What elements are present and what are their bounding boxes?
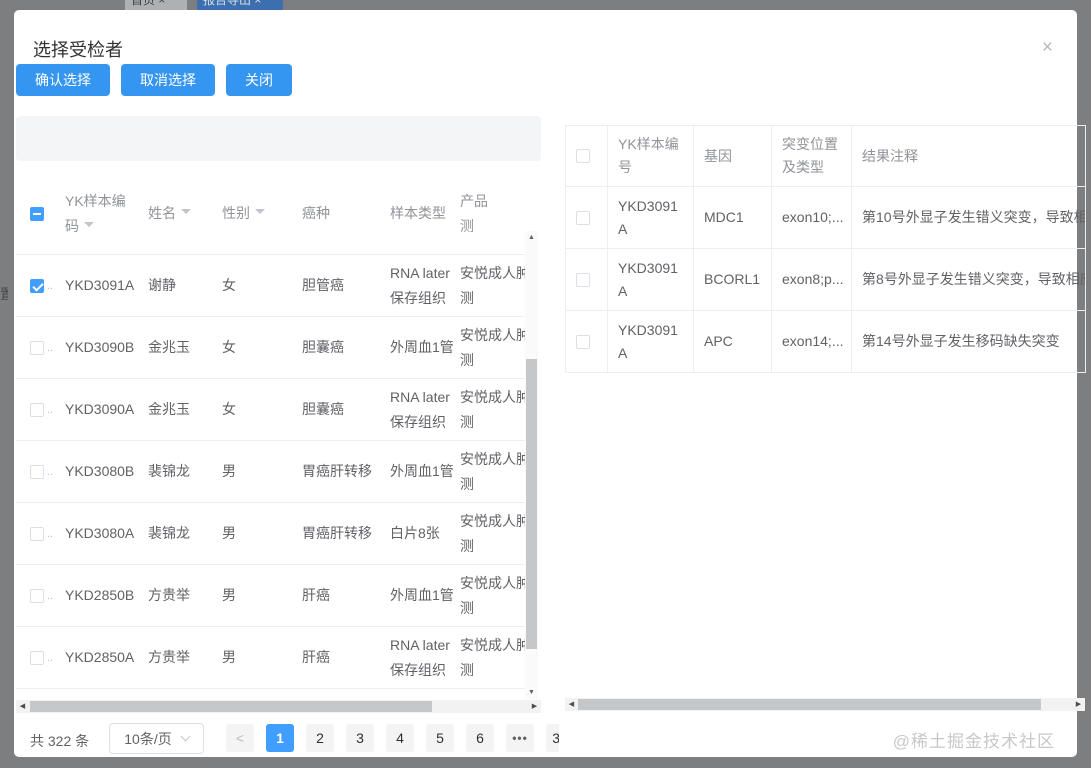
table-row[interactable]: YKD3091 A MDC1 exon10;... 第10号外显子发生错义突变，… xyxy=(566,187,1086,249)
table-row[interactable]: .. YKD2850A 方贵举 男 肝癌 RNA later 保存组织 安悦成人… xyxy=(16,627,525,689)
scroll-left-icon[interactable]: ◀ xyxy=(565,698,578,711)
mutation-table: YK样本编 号 基因 突变位置 及类型 结果注释 YKD3091 A MDC1 … xyxy=(565,125,1086,373)
col-gender[interactable]: 性别 xyxy=(222,201,302,226)
scroll-up-icon[interactable]: ▲ xyxy=(525,231,538,244)
prev-page-button[interactable]: < xyxy=(226,724,254,752)
row-checkbox[interactable] xyxy=(30,340,44,355)
row-checkbox[interactable] xyxy=(30,402,44,417)
page-size-select[interactable]: 10条/页 xyxy=(109,723,204,754)
page-button-2[interactable]: 2 xyxy=(306,724,334,752)
table-row[interactable]: .. YKD3080B 裴锦龙 男 胃癌肝转移 外周血1管 安悦成人肿 测 xyxy=(16,441,525,503)
tab-report-export[interactable]: 报告导出 × xyxy=(197,0,283,10)
row-checkbox[interactable] xyxy=(30,526,44,541)
background-tab-bar: 首页 × 报告导出 × xyxy=(0,0,1091,10)
table-row[interactable]: .. YKD3080A 裴锦龙 男 胃癌肝转移 白片8张 安悦成人肿 测 xyxy=(16,503,525,565)
row-checkbox[interactable] xyxy=(30,650,44,665)
total-count: 共 322 条 xyxy=(30,733,90,749)
row-checkbox[interactable] xyxy=(30,278,44,293)
table-row[interactable]: .. YKD3091A 谢静 女 胆管癌 RNA later 保存组织 安悦成人… xyxy=(16,255,525,317)
col-sample-code[interactable]: YK样本编 码 xyxy=(65,189,148,239)
pagination: 共 322 条 10条/页 < 1 2 3 4 5 6 ••• 33 xyxy=(30,722,559,756)
close-icon[interactable]: × xyxy=(1042,38,1053,57)
col-result-note: 结果注释 xyxy=(852,126,1086,187)
mutation-table-header: YK样本编 号 基因 突变位置 及类型 结果注释 xyxy=(566,126,1086,187)
tab-close-icon: × xyxy=(254,0,262,7)
filter-bar xyxy=(16,116,541,161)
dialog-title: 选择受检者 xyxy=(33,40,123,60)
background-clipped-text: 置 xyxy=(0,286,8,302)
col-sample-code: YK样本编 号 xyxy=(608,126,694,187)
vertical-scrollbar[interactable]: ▲ ▼ xyxy=(525,231,538,699)
row-checkbox[interactable] xyxy=(576,210,590,225)
select-all-checkbox[interactable] xyxy=(30,206,44,221)
table-row[interactable]: YKD3091 A APC exon14;... 第14号外显子发生移码缺失突变 xyxy=(566,311,1086,373)
page-button-1[interactable]: 1 xyxy=(266,724,294,752)
scrollbar-thumb[interactable] xyxy=(526,359,537,649)
chevron-down-icon xyxy=(180,731,191,742)
row-checkbox[interactable] xyxy=(576,272,590,287)
table-row[interactable]: YKD3091 A BCORL1 exon8;p... 第8号外显子发生错义突变… xyxy=(566,249,1086,311)
row-checkbox[interactable] xyxy=(30,464,44,479)
tab-home[interactable]: 首页 × xyxy=(125,0,187,10)
scroll-right-icon[interactable]: ▶ xyxy=(1072,698,1085,711)
confirm-selection-button[interactable]: 确认选择 xyxy=(16,64,110,96)
examinee-table: YK样本编 码 姓名 性别 癌种 样本类型 产品 测 .. YKD3091A 谢… xyxy=(16,173,525,689)
page-button-5[interactable]: 5 xyxy=(426,724,454,752)
col-product: 产品 测 xyxy=(460,192,488,234)
page-buttons: < 1 2 3 4 5 6 ••• 33 xyxy=(226,724,559,752)
page-button-6[interactable]: 6 xyxy=(466,724,494,752)
dialog-actions: 确认选择 取消选择 关闭 xyxy=(16,64,292,96)
scrollbar-thumb[interactable] xyxy=(578,699,1041,710)
scrollbar-thumb[interactable] xyxy=(30,701,432,712)
table-row[interactable]: .. YKD3090A 金兆玉 女 胆囊癌 RNA later 保存组织 安悦成… xyxy=(16,379,525,441)
examinee-table-header: YK样本编 码 姓名 性别 癌种 样本类型 产品 测 xyxy=(16,173,525,255)
last-page-button[interactable]: 33 xyxy=(546,724,559,752)
sort-caret-icon[interactable] xyxy=(84,221,94,232)
horizontal-scrollbar-right[interactable]: ◀ ▶ xyxy=(565,698,1085,711)
col-cancer: 癌种 xyxy=(302,205,330,221)
scroll-left-icon[interactable]: ◀ xyxy=(16,700,29,713)
examinee-panel: YK样本编 码 姓名 性别 癌种 样本类型 产品 测 .. YKD3091A 谢… xyxy=(16,116,543,712)
more-pages-button[interactable]: ••• xyxy=(506,724,534,752)
col-gene: 基因 xyxy=(694,126,772,187)
table-row[interactable]: .. YKD2850B 方贵举 男 肝癌 外周血1管 安悦成人肿 测 xyxy=(16,565,525,627)
col-name[interactable]: 姓名 xyxy=(148,201,222,226)
sort-caret-icon[interactable] xyxy=(181,209,191,219)
row-checkbox[interactable] xyxy=(30,588,44,603)
col-sample-type: 样本类型 xyxy=(390,205,446,221)
scroll-right-icon[interactable]: ▶ xyxy=(528,700,541,713)
horizontal-scrollbar-left[interactable]: ◀ ▶ xyxy=(16,700,541,713)
row-checkbox[interactable] xyxy=(576,334,590,349)
watermark: @稀土掘金技术社区 xyxy=(892,732,1055,751)
scroll-down-icon[interactable]: ▼ xyxy=(525,686,538,699)
select-examinee-dialog: 选择受检者 × 确认选择 取消选择 关闭 YK样本编 码 姓名 性别 癌种 样本… xyxy=(14,10,1086,757)
select-all-checkbox[interactable] xyxy=(576,149,590,163)
page-button-3[interactable]: 3 xyxy=(346,724,374,752)
tab-close-icon: × xyxy=(158,0,166,7)
col-mutation: 突变位置 及类型 xyxy=(772,126,852,187)
page-button-4[interactable]: 4 xyxy=(386,724,414,752)
cancel-selection-button[interactable]: 取消选择 xyxy=(121,64,215,96)
sort-caret-icon[interactable] xyxy=(255,209,265,219)
table-row[interactable]: .. YKD3090B 金兆玉 女 胆囊癌 外周血1管 安悦成人肿 测 xyxy=(16,317,525,379)
close-button[interactable]: 关闭 xyxy=(226,64,292,96)
